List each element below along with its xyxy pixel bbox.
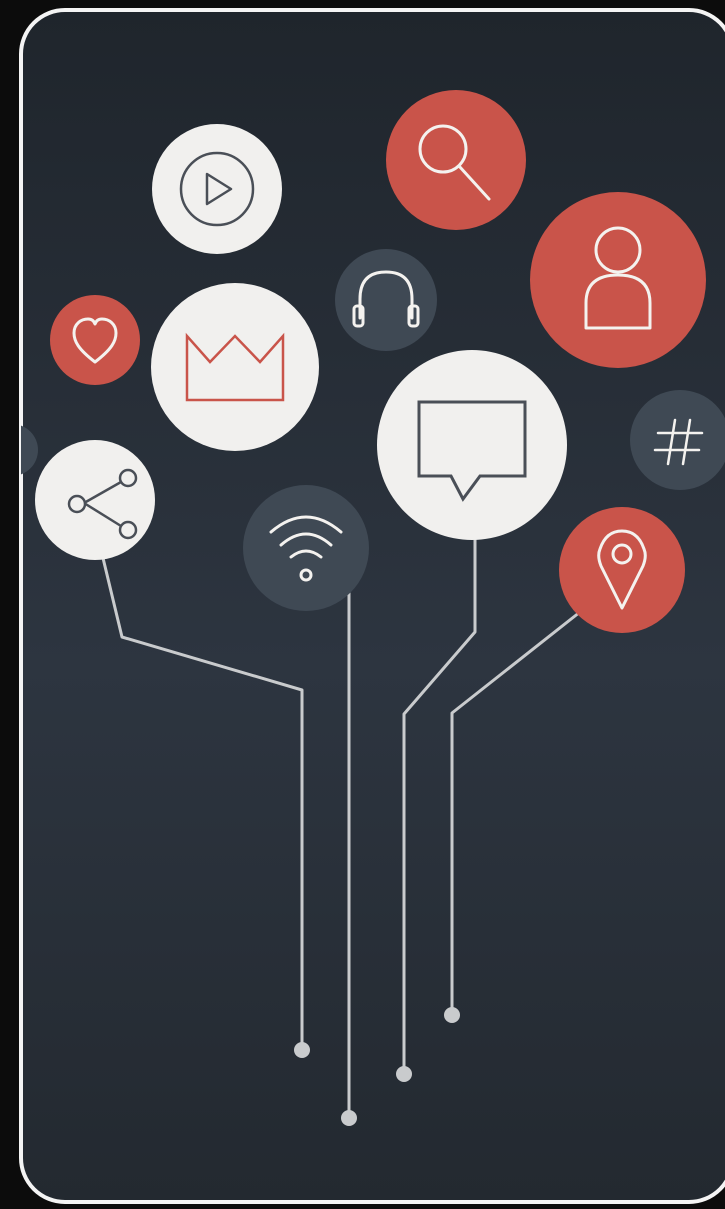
search-bubble [386,90,526,230]
user-bubble [530,192,706,368]
location-pin-bubble [559,507,685,633]
heart-bubble [50,295,140,385]
connector-dot-pin [444,1007,460,1023]
connector-dot-wifi [341,1110,357,1126]
headphones-bubble [335,249,437,351]
illustration-canvas [19,8,725,1204]
connector-dot-chat [396,1066,412,1082]
wifi-bubble [243,485,369,611]
share-bubble [35,440,155,560]
chat-bubble [377,350,567,540]
connector-dot-share [294,1042,310,1058]
play-button-bubble [152,124,282,254]
crown-bubble [151,283,319,451]
phone-screen-illustration [0,0,725,1209]
